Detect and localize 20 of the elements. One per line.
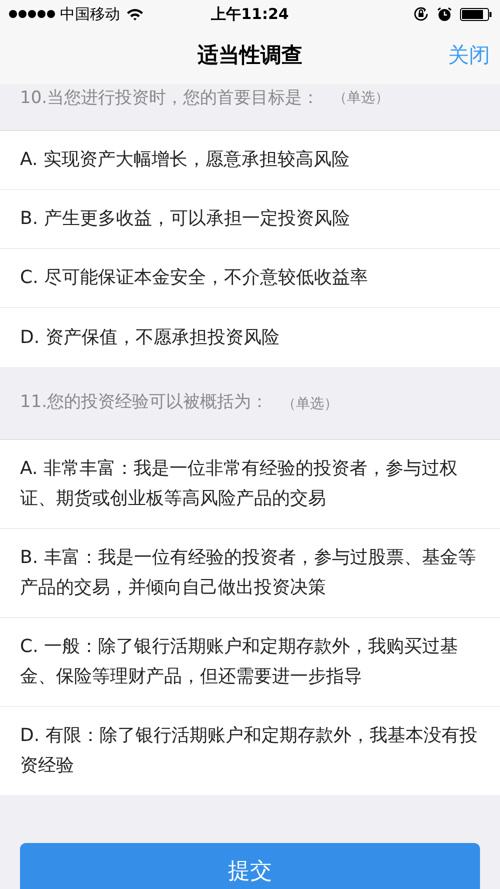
question-type: （单选）	[282, 394, 338, 414]
option-item[interactable]: A. 实现资产大幅增长，愿意承担较高风险	[0, 131, 500, 190]
option-item[interactable]: B. 丰富：我是一位有经验的投资者，参与过股票、基金等产品的交易，并倾向自己做出投资决策	[0, 529, 500, 618]
question-type: （单选）	[333, 89, 390, 108]
option-item[interactable]: B. 产生更多收益，可以承担一定投资风险	[0, 190, 500, 249]
battery-icon	[460, 8, 492, 20]
wifi-icon	[126, 8, 144, 20]
option-item[interactable]: A. 非常丰富：我是一位非常有经验的投资者，参与过权证、期货或创业板等高风险产品的交易	[0, 440, 500, 529]
option-item[interactable]: D. 资产保值，不愿承担投资风险	[0, 308, 500, 367]
status-time: 上午11:24	[211, 4, 289, 25]
option-item[interactable]: C. 一般：除了银行活期账户和定期存款外，我购买过基金、保险等理财产品，但还需要进一步指导	[0, 618, 500, 707]
carrier-name: 中国移动	[60, 4, 120, 25]
rotation-lock-icon	[413, 6, 429, 22]
signal-icon	[8, 9, 56, 19]
option-item[interactable]: D. 有限：除了银行活期账户和定期存款外，我基本没有投资经验	[0, 707, 500, 795]
option-item[interactable]: C. 尽可能保证本金安全，不介意较低收益率	[0, 249, 500, 308]
question-title: 10.当您进行投资时，您的首要目标是：	[20, 87, 320, 110]
page-title: 适当性调查	[198, 42, 302, 70]
question-title: 11.您的投资经验可以被概括为：	[20, 391, 268, 414]
alarm-icon	[437, 6, 452, 22]
